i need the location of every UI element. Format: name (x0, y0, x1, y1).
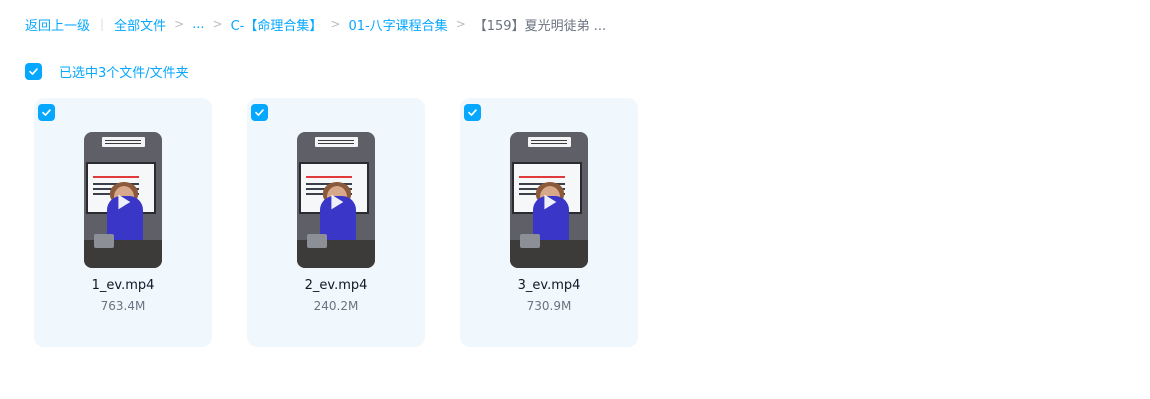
selection-count-text: 已选中3个文件/文件夹 (59, 65, 189, 81)
file-name[interactable]: 2_ev.mp4 (247, 278, 425, 293)
play-icon (110, 189, 136, 215)
breadcrumb-current: 【159】夏光明徒弟 ... (473, 18, 607, 34)
breadcrumb-separator: > (455, 17, 466, 31)
file-card[interactable]: 1_ev.mp4 763.4M (34, 98, 212, 347)
checkmark-icon (29, 67, 38, 75)
breadcrumb: 返回上一级 | 全部文件 > ... > C-【命理合集】 > 01-八字课程合… (25, 14, 606, 34)
file-card[interactable]: 3_ev.mp4 730.9M (460, 98, 638, 347)
breadcrumb-divider: | (100, 17, 105, 31)
breadcrumb-separator: > (212, 17, 223, 31)
file-card[interactable]: 2_ev.mp4 240.2M (247, 98, 425, 347)
breadcrumb-root[interactable]: 全部文件 (114, 15, 166, 34)
checkmark-icon (468, 109, 477, 116)
play-icon (323, 189, 349, 215)
play-icon (536, 189, 562, 215)
video-thumbnail[interactable] (297, 132, 375, 268)
breadcrumb-ellipsis[interactable]: ... (192, 17, 204, 32)
back-link[interactable]: 返回上一级 (25, 15, 90, 34)
file-name[interactable]: 1_ev.mp4 (34, 278, 212, 293)
breadcrumb-separator: > (330, 17, 341, 31)
file-size: 730.9M (526, 299, 572, 313)
select-all-row: 已选中3个文件/文件夹 (25, 62, 189, 81)
checkmark-icon (42, 109, 51, 116)
select-all-checkbox[interactable] (25, 62, 42, 80)
video-thumbnail[interactable] (84, 132, 162, 268)
file-size: 763.4M (100, 299, 146, 313)
file-name[interactable]: 3_ev.mp4 (460, 278, 638, 293)
checkmark-icon (255, 109, 264, 116)
video-thumbnail[interactable] (510, 132, 588, 268)
file-size: 240.2M (313, 299, 359, 313)
file-checkbox[interactable] (251, 104, 268, 121)
breadcrumb-folder-1[interactable]: C-【命理合集】 (231, 15, 323, 34)
file-checkbox[interactable] (464, 104, 481, 121)
breadcrumb-separator: > (174, 17, 185, 31)
breadcrumb-folder-2[interactable]: 01-八字课程合集 (348, 15, 447, 34)
file-checkbox[interactable] (38, 104, 55, 121)
